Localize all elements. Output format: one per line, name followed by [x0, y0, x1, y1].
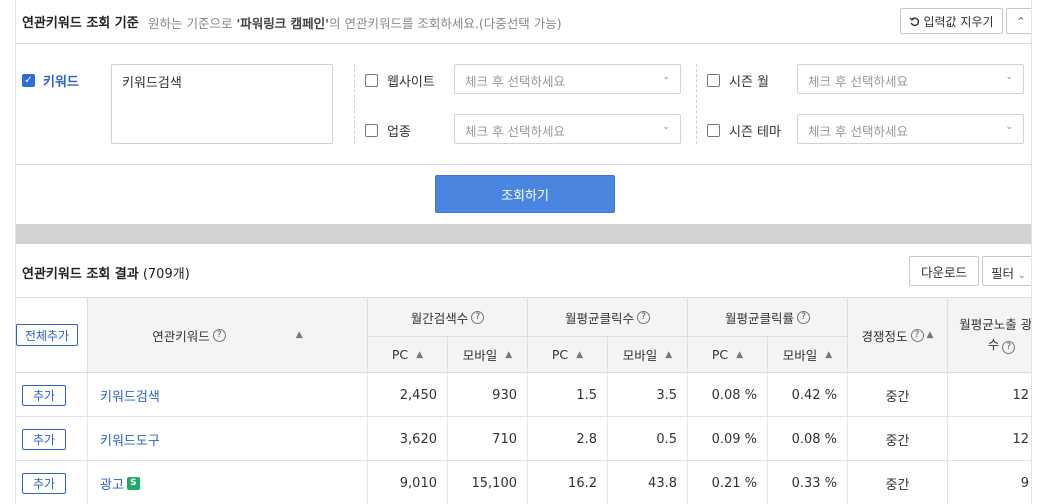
ads-cell: 12: [948, 373, 1031, 417]
column-header-avg-ads[interactable]: 월평균노출 광고수?: [948, 297, 1031, 373]
sort-icon[interactable]: ▲: [927, 330, 934, 340]
ctr-pc-cell: 0.09 %: [688, 417, 768, 461]
subheader-ctr-mobile[interactable]: 모바일 ▲: [768, 337, 848, 373]
chevron-up-icon: ⌃: [1016, 14, 1026, 28]
help-icon[interactable]: ?: [471, 310, 485, 324]
clicks-pc-cell: 2.8: [528, 417, 608, 461]
add-column-header: 전체추가: [16, 297, 88, 373]
competition-cell: 중간: [848, 373, 948, 417]
download-button[interactable]: 다운로드: [909, 256, 979, 286]
column-header-avg-clicks: 월평균클릭수?: [528, 297, 688, 337]
table-row: 추가 광고 S 9,010 15,100 16.2 43.8 0.21 % 0.3…: [16, 461, 1031, 504]
keyword-link[interactable]: 광고: [100, 474, 124, 493]
search-pc-cell: 3,620: [368, 417, 448, 461]
help-icon[interactable]: ?: [637, 310, 650, 324]
keyword-checkbox[interactable]: ✓: [22, 74, 35, 87]
sort-icon[interactable]: ▲: [825, 350, 832, 360]
season-theme-label: 시즌 테마: [729, 125, 781, 140]
sort-icon[interactable]: ▲: [736, 350, 743, 360]
competition-cell: 중간: [848, 461, 948, 504]
divider: [696, 64, 697, 144]
ctr-mobile-cell: 0.42 %: [768, 373, 848, 417]
help-icon[interactable]: ?: [797, 310, 810, 324]
ads-cell: 9: [948, 461, 1031, 504]
sort-icon[interactable]: ▲: [505, 350, 512, 360]
add-all-button[interactable]: 전체추가: [16, 324, 78, 346]
search-mobile-cell: 710: [448, 417, 528, 461]
clicks-mobile-cell: 0.5: [608, 417, 688, 461]
keyword-textarea[interactable]: 키워드검색: [111, 64, 333, 144]
column-header-keyword[interactable]: 연관키워드? ▲︎: [88, 297, 368, 373]
help-icon[interactable]: ?: [212, 328, 226, 342]
sort-icon[interactable]: ▲: [576, 350, 583, 360]
collapse-button[interactable]: ⌃: [1006, 8, 1031, 34]
results-title: 연관키워드 조회 결과 (709개): [22, 267, 190, 282]
industry-checkbox[interactable]: [365, 124, 378, 137]
subheader-search-mobile[interactable]: 모바일 ▲: [448, 337, 528, 373]
ctr-mobile-cell: 0.33 %: [768, 461, 848, 504]
column-header-competition[interactable]: 경쟁정도? ▲: [848, 297, 948, 373]
add-keyword-button[interactable]: 추가: [22, 473, 66, 494]
season-month-select[interactable]: 체크 후 선택하세요 ⌄: [797, 64, 1024, 94]
chevron-down-icon: ⌄: [1018, 271, 1026, 281]
criteria-body: ✓ 키워드 키워드검색 웹사이트 체크 후 선택하세요 ⌄ 업종 체크 후 선택하…: [16, 44, 1031, 165]
help-icon[interactable]: ?: [910, 328, 924, 342]
season-month-checkbox[interactable]: [707, 74, 720, 87]
search-mobile-cell: 930: [448, 373, 528, 417]
industry-select[interactable]: 체크 후 선택하세요 ⌄: [454, 114, 681, 144]
divider: [354, 64, 355, 144]
subheader-clicks-pc[interactable]: PC ▲: [528, 337, 608, 373]
keyword-link[interactable]: 키워드도구: [100, 430, 160, 449]
reset-input-button[interactable]: 입력값 지우기: [900, 8, 1003, 34]
industry-label: 업종: [387, 125, 411, 140]
subheader-ctr-pc[interactable]: PC ▲: [688, 337, 768, 373]
search-pc-cell: 2,450: [368, 373, 448, 417]
chevron-down-icon: ⌄: [662, 122, 670, 132]
ads-cell: 12: [948, 417, 1031, 461]
season-month-label: 시즌 월: [729, 75, 770, 90]
clicks-pc-cell: 1.5: [528, 373, 608, 417]
help-icon[interactable]: ?: [1002, 340, 1016, 354]
website-label: 웹사이트: [387, 75, 435, 90]
ctr-mobile-cell: 0.08 %: [768, 417, 848, 461]
table-row: 추가 키워드도구 3,620 710 2.8 0.5 0.09 % 0.08 %…: [16, 417, 1031, 461]
subheader-clicks-mobile[interactable]: 모바일 ▲: [608, 337, 688, 373]
sort-icon[interactable]: ▲: [665, 350, 672, 360]
sort-icon[interactable]: ▲: [416, 350, 423, 360]
chevron-down-icon: ⌄: [1005, 72, 1013, 82]
criteria-title: 연관키워드 조회 기준: [22, 16, 139, 31]
clicks-mobile-cell: 3.5: [608, 373, 688, 417]
section-separator: [16, 224, 1031, 244]
sort-icon[interactable]: ▲︎: [296, 330, 303, 340]
filter-button[interactable]: 필터 ⌄: [982, 256, 1031, 286]
search-button[interactable]: 조회하기: [435, 175, 615, 213]
add-keyword-button[interactable]: 추가: [22, 429, 66, 450]
reset-icon: [909, 16, 920, 26]
season-theme-checkbox[interactable]: [707, 124, 720, 137]
website-checkbox[interactable]: [365, 74, 378, 87]
table-row: 추가 키워드검색 2,450 930 1.5 3.5 0.08 % 0.42 %…: [16, 373, 1031, 417]
criteria-description: 원하는 기준으로 '파워링크 캠페인'의 연관키워드를 조회하세요.(다중선택 …: [148, 16, 562, 31]
column-header-monthly-search: 월간검색수?: [368, 297, 528, 337]
criteria-header: 연관키워드 조회 기준 원하는 기준으로 '파워링크 캠페인'의 연관키워드를 …: [16, 0, 1031, 44]
chevron-down-icon: ⌄: [1005, 122, 1013, 132]
ctr-pc-cell: 0.21 %: [688, 461, 768, 504]
competition-cell: 중간: [848, 417, 948, 461]
keyword-tool-panel: 연관키워드 조회 기준 원하는 기준으로 '파워링크 캠페인'의 연관키워드를 …: [15, 0, 1032, 504]
season-theme-select[interactable]: 체크 후 선택하세요 ⌄: [797, 114, 1024, 144]
clicks-pc-cell: 16.2: [528, 461, 608, 504]
subheader-search-pc[interactable]: PC ▲: [368, 337, 448, 373]
ctr-pc-cell: 0.08 %: [688, 373, 768, 417]
search-pc-cell: 9,010: [368, 461, 448, 504]
website-select[interactable]: 체크 후 선택하세요 ⌄: [454, 64, 681, 94]
search-mobile-cell: 15,100: [448, 461, 528, 504]
chevron-down-icon: ⌄: [662, 72, 670, 82]
keyword-link[interactable]: 키워드검색: [100, 386, 160, 405]
keyword-label: 키워드: [43, 75, 79, 90]
add-keyword-button[interactable]: 추가: [22, 385, 66, 406]
column-header-avg-ctr: 월평균클릭률?: [688, 297, 848, 337]
clicks-mobile-cell: 43.8: [608, 461, 688, 504]
shopping-badge: S: [126, 476, 140, 490]
